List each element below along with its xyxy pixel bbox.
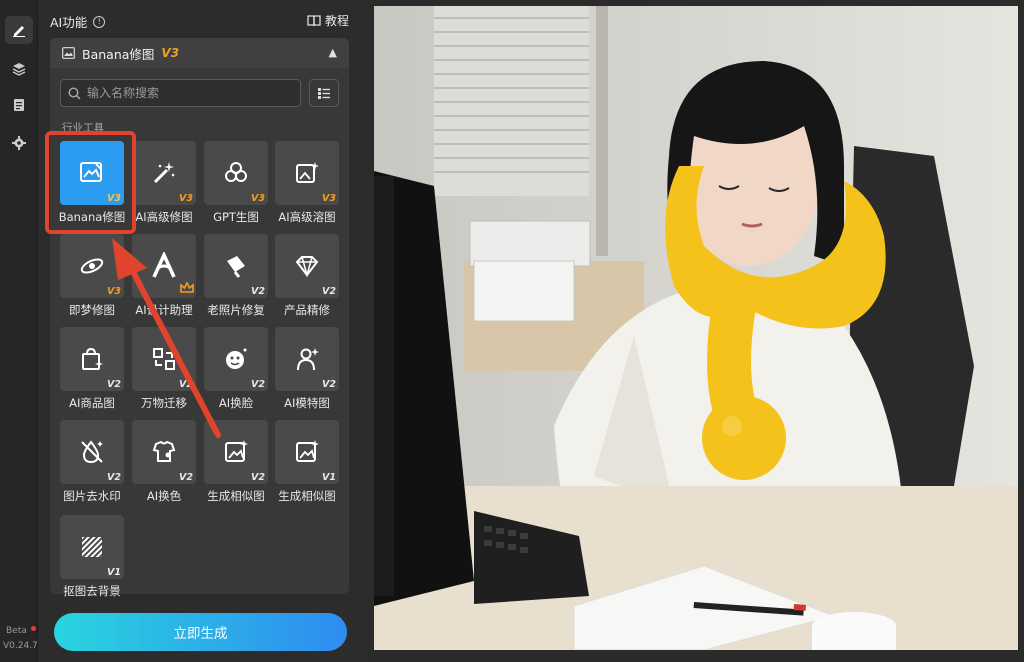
tool-tile[interactable]: V1: [60, 515, 124, 579]
version-badge: V2: [322, 286, 336, 297]
info-icon[interactable]: !: [93, 15, 106, 28]
gpt-icon: [223, 160, 249, 186]
photo-restore-icon: [223, 253, 249, 279]
similar-image-icon: [223, 439, 249, 465]
version-badge: V2: [322, 379, 336, 390]
tool-label: AI换色: [146, 489, 182, 503]
tool-label: AI商品图: [69, 396, 115, 410]
tool-tile[interactable]: V2: [204, 234, 268, 298]
tool-label: 图片去水印: [63, 489, 121, 503]
tool-label: Banana修图: [58, 210, 126, 224]
blend-image-icon: [294, 160, 320, 186]
version-badge: V3: [179, 193, 193, 204]
tool-tile[interactable]: V2: [132, 420, 196, 484]
jimeng-icon: [79, 254, 105, 278]
tutorial-label: 教程: [324, 14, 349, 28]
tool-label: AI换脸: [218, 396, 254, 410]
tool-tile[interactable]: V1: [275, 420, 339, 484]
layers-icon[interactable]: [5, 55, 33, 83]
transfer-icon: [151, 346, 177, 372]
beta-label: Beta: [6, 626, 27, 636]
search-input[interactable]: [87, 86, 287, 100]
tutorial-link[interactable]: 教程: [307, 12, 349, 29]
tool-label: GPT生图: [213, 210, 259, 224]
model-icon: [294, 346, 320, 372]
tool-tile[interactable]: V2: [60, 327, 124, 391]
list-icon: [318, 87, 330, 99]
tool-tile[interactable]: V3: [132, 141, 196, 205]
version-label: V0.24.7: [3, 641, 38, 651]
version-badge: V3: [251, 193, 265, 204]
version-badge: V3: [107, 193, 121, 204]
book-icon: [307, 14, 321, 26]
version-badge: V3: [322, 193, 336, 204]
tool-label: 生成相似图: [207, 489, 265, 503]
tool-label: AI高级溶图: [278, 210, 336, 224]
app-window: Beta V0.24.7 AI功能 ! 教程 Banana修图 V3 ▲ 输入名…: [0, 0, 1024, 662]
canvas-photo: [374, 6, 1018, 650]
tool-label: 抠图去背景: [63, 584, 121, 598]
version-badge: V1: [107, 567, 121, 578]
tool-tile[interactable]: V2: [132, 327, 196, 391]
list-view-button[interactable]: [309, 79, 339, 107]
chevron-up-icon[interactable]: ▲: [329, 46, 337, 59]
tool-tile[interactable]: V2: [275, 327, 339, 391]
notes-icon[interactable]: [5, 91, 33, 119]
tool-label: 产品精修: [284, 303, 330, 317]
tool-tile[interactable]: [132, 234, 196, 298]
version-badge: V2: [179, 379, 193, 390]
tool-label: AI高级修图: [135, 210, 193, 224]
version-badge: V2: [251, 472, 265, 483]
search-icon: [68, 86, 81, 100]
version-badge: V1: [322, 472, 336, 483]
ai-panel: AI功能 ! 教程 Banana修图 V3 ▲ 行业工具 V3Bana: [38, 0, 362, 662]
panel-header: AI功能 !: [50, 12, 106, 31]
tool-label: AI设计助理: [135, 303, 193, 317]
face-swap-icon: [223, 346, 249, 372]
version-badge: V2: [251, 286, 265, 297]
tool-tile[interactable]: V2: [204, 327, 268, 391]
photo-illustration: [374, 6, 1018, 650]
tool-label: 生成相似图: [278, 489, 336, 503]
tool-label: 老照片修复: [207, 303, 265, 317]
tool-tile[interactable]: V3: [60, 141, 124, 205]
tool-tile[interactable]: V2: [275, 234, 339, 298]
version-badge: V2: [107, 472, 121, 483]
remove-background-icon: [79, 534, 105, 560]
tool-label: 即梦修图: [69, 303, 115, 317]
magic-wand-icon: [151, 160, 177, 186]
tool-tile[interactable]: V2: [60, 420, 124, 484]
section-label: 行业工具: [62, 122, 104, 134]
panel-title: AI功能: [50, 15, 88, 30]
tool-label: AI模特图: [284, 396, 330, 410]
banana-edit-icon: [79, 161, 105, 185]
crown-icon: [180, 281, 194, 296]
tool-tile[interactable]: V2: [204, 420, 268, 484]
similar-image-icon: [294, 439, 320, 465]
tool-tile[interactable]: V3: [275, 141, 339, 205]
recolor-icon: [151, 440, 177, 464]
version-badge: V2: [251, 379, 265, 390]
tool-label: 万物迁移: [141, 396, 187, 410]
card-version-badge: V3: [161, 46, 180, 60]
image-icon: [62, 47, 75, 59]
card-header[interactable]: Banana修图 V3 ▲: [50, 38, 349, 68]
version-badge: V2: [107, 379, 121, 390]
search-field[interactable]: [60, 79, 301, 107]
diamond-icon: [294, 254, 320, 278]
tool-rail: Beta V0.24.7: [0, 0, 38, 662]
notification-dot: [31, 626, 36, 631]
settings-gear-icon[interactable]: [5, 129, 33, 157]
tool-tile[interactable]: V3: [60, 234, 124, 298]
card-title: Banana修图: [82, 46, 155, 62]
shopping-bag-icon: [79, 346, 105, 372]
version-badge: V2: [179, 472, 193, 483]
generate-button[interactable]: 立即生成: [54, 613, 347, 651]
tool-tile[interactable]: V3: [204, 141, 268, 205]
remove-watermark-icon: [79, 439, 105, 465]
version-badge: V3: [107, 286, 121, 297]
edit-icon[interactable]: [5, 16, 33, 44]
design-assistant-icon: [150, 252, 178, 280]
